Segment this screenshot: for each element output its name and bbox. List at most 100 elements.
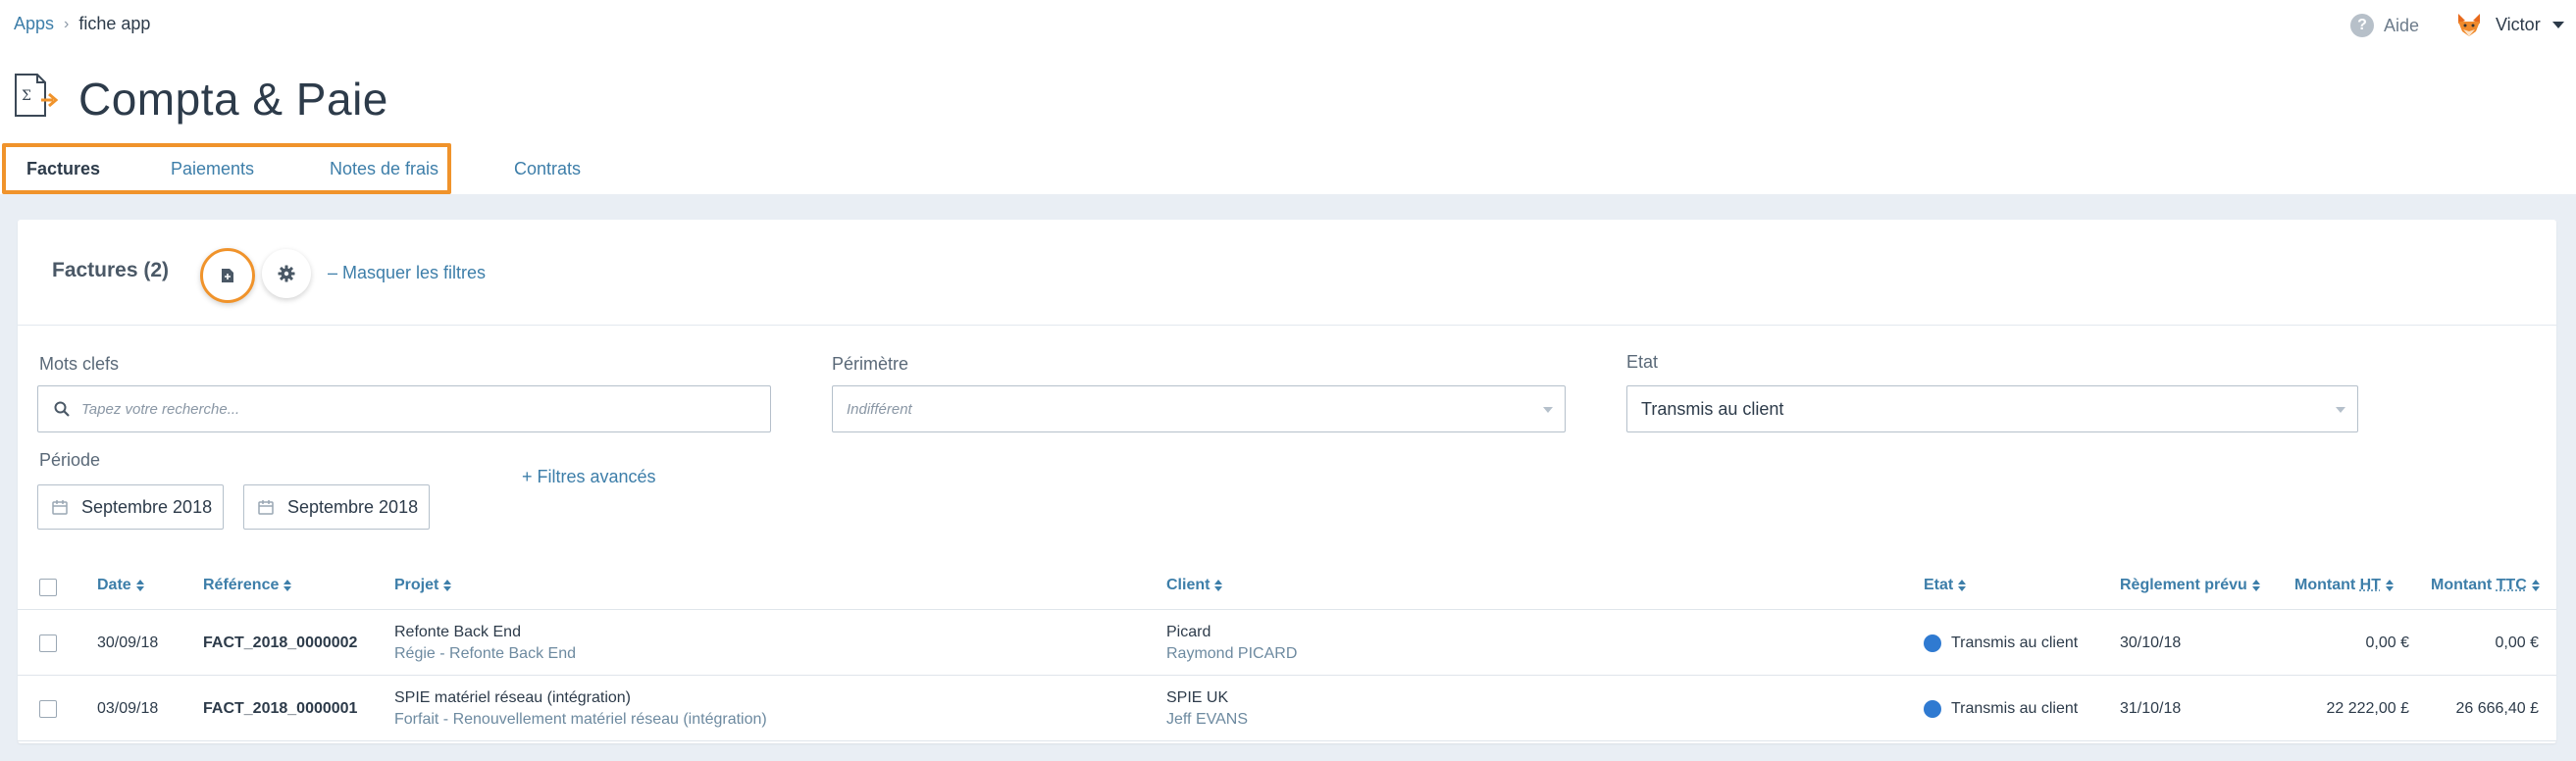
column-header-amount-ttc[interactable]: Montant TTC — [2431, 577, 2540, 594]
state-select[interactable]: Transmis au client — [1626, 385, 2358, 432]
table-row[interactable]: 30/09/18 FACT_2018_0000002 Refonte Back … — [18, 611, 2556, 676]
sort-icon — [1214, 580, 1223, 591]
cell-client[interactable]: Picard — [1166, 624, 1211, 641]
column-label-abbr: TTC — [2496, 577, 2527, 593]
column-label: Montant — [2294, 577, 2360, 593]
column-header-client[interactable]: Client — [1166, 577, 1223, 594]
tab-notes-de-frais[interactable]: Notes de frais — [330, 159, 438, 179]
settings-button[interactable] — [262, 249, 311, 298]
card-title: Factures (2) — [52, 259, 170, 281]
search-input[interactable]: Tapez votre recherche... — [37, 385, 771, 432]
caret-down-icon — [2336, 407, 2345, 413]
column-header-project[interactable]: Projet — [394, 577, 452, 594]
column-header-due-date[interactable]: Règlement prévu — [2120, 577, 2260, 594]
chevron-right-icon: › — [64, 15, 70, 32]
cell-due-date: 30/10/18 — [2120, 634, 2182, 651]
table-row[interactable]: 03/09/18 FACT_2018_0000001 SPIE matériel… — [18, 677, 2556, 741]
column-label-abbr: HT — [2359, 577, 2381, 593]
document-export-icon — [222, 269, 233, 282]
column-label: Montant — [2431, 577, 2497, 593]
status-dot-icon — [1924, 700, 1941, 718]
period-start-value: Septembre 2018 — [81, 496, 213, 517]
state-label: Etat — [1626, 352, 1659, 372]
sort-icon — [1958, 580, 1967, 591]
help-link[interactable]: ? Aide — [2350, 14, 2419, 37]
row-checkbox[interactable] — [39, 634, 57, 652]
cell-due-date: 31/10/18 — [2120, 700, 2182, 717]
caret-down-icon — [2551, 21, 2564, 28]
period-start-picker[interactable]: Septembre 2018 — [37, 484, 224, 530]
status-dot-icon — [1924, 634, 1941, 652]
tab-bar: Factures Paiements Notes de frais Contra… — [0, 143, 2576, 194]
scope-value: Indifférent — [847, 400, 912, 418]
period-end-picker[interactable]: Septembre 2018 — [243, 484, 430, 530]
breadcrumb-apps-link[interactable]: Apps — [14, 14, 54, 34]
cell-project-sub: Forfait - Renouvellement matériel réseau… — [394, 711, 767, 728]
tab-factures[interactable]: Factures — [26, 159, 100, 179]
sort-icon — [283, 580, 292, 591]
column-label: Référence — [203, 577, 280, 593]
sort-icon — [2531, 580, 2540, 591]
column-header-state[interactable]: Etat — [1924, 577, 1967, 594]
hide-filters-link[interactable]: – Masquer les filtres — [328, 263, 486, 283]
cell-client-contact: Raymond PICARD — [1166, 645, 1298, 662]
tab-paiements[interactable]: Paiements — [171, 159, 254, 179]
select-all-checkbox[interactable] — [39, 579, 57, 596]
state-value: Transmis au client — [1641, 398, 1784, 419]
cell-date: 30/09/18 — [97, 634, 159, 651]
user-name: Victor — [2496, 14, 2541, 34]
top-bar: Apps › fiche app ? Aide Victor — [0, 0, 2576, 55]
invoices-card: Factures (2) – Masquer les filtres Mots … — [18, 220, 2556, 743]
fox-avatar-icon — [2458, 14, 2480, 36]
cell-amount-ht: 0,00 € — [2365, 634, 2409, 651]
cell-amount-ttc: 26 666,40 £ — [2455, 700, 2539, 717]
cell-reference[interactable]: FACT_2018_0000002 — [203, 634, 357, 652]
search-icon — [54, 401, 70, 417]
page-title: Compta & Paie — [78, 74, 388, 125]
column-label: Règlement prévu — [2120, 577, 2247, 593]
period-label: Période — [39, 450, 101, 470]
column-header-amount-ht[interactable]: Montant HT — [2294, 577, 2394, 594]
cell-state: Transmis au client — [1951, 634, 2079, 651]
breadcrumb-current: fiche app — [78, 14, 151, 33]
cell-client[interactable]: SPIE UK — [1166, 689, 1228, 707]
column-label: Projet — [394, 577, 439, 593]
gear-icon — [278, 265, 295, 282]
user-menu[interactable]: Victor — [2454, 10, 2564, 39]
keywords-label: Mots clefs — [39, 354, 120, 374]
period-end-value: Septembre 2018 — [287, 496, 419, 517]
search-placeholder: Tapez votre recherche... — [81, 400, 240, 418]
cell-project[interactable]: Refonte Back End — [394, 624, 521, 641]
column-header-reference[interactable]: Référence — [203, 577, 292, 594]
help-label: Aide — [2384, 15, 2420, 35]
cell-state: Transmis au client — [1951, 700, 2079, 717]
breadcrumb: Apps › fiche app — [14, 14, 150, 34]
cell-project[interactable]: SPIE matériel réseau (intégration) — [394, 689, 631, 707]
caret-down-icon — [1543, 407, 1553, 413]
cell-reference[interactable]: FACT_2018_0000001 — [203, 700, 357, 718]
question-mark-icon: ? — [2350, 14, 2374, 37]
cell-amount-ttc: 0,00 € — [2495, 634, 2539, 651]
cell-date: 03/09/18 — [97, 700, 159, 717]
accounting-app-icon: Σ — [15, 74, 59, 117]
column-label: Date — [97, 577, 131, 593]
tab-contrats[interactable]: Contrats — [514, 159, 581, 179]
column-label: Etat — [1924, 577, 1954, 593]
sort-icon — [443, 580, 452, 591]
cell-project-sub: Régie - Refonte Back End — [394, 645, 576, 662]
table-header: Date Référence Projet Client Etat Règlem… — [18, 561, 2556, 610]
sort-icon — [2385, 580, 2394, 591]
advanced-filters-link[interactable]: + Filtres avancés — [522, 467, 656, 487]
export-button[interactable] — [200, 248, 255, 303]
calendar-icon — [258, 500, 274, 515]
column-label: Client — [1166, 577, 1211, 593]
calendar-icon — [52, 500, 68, 515]
column-header-date[interactable]: Date — [97, 577, 144, 594]
cell-client-contact: Jeff EVANS — [1166, 711, 1248, 728]
card-header: Factures (2) – Masquer les filtres — [18, 220, 2556, 326]
scope-select[interactable]: Indifférent — [832, 385, 1566, 432]
svg-text:Σ: Σ — [22, 88, 31, 104]
row-checkbox[interactable] — [39, 700, 57, 718]
scope-label: Périmètre — [832, 354, 909, 374]
cell-amount-ht: 22 222,00 £ — [2326, 700, 2409, 717]
